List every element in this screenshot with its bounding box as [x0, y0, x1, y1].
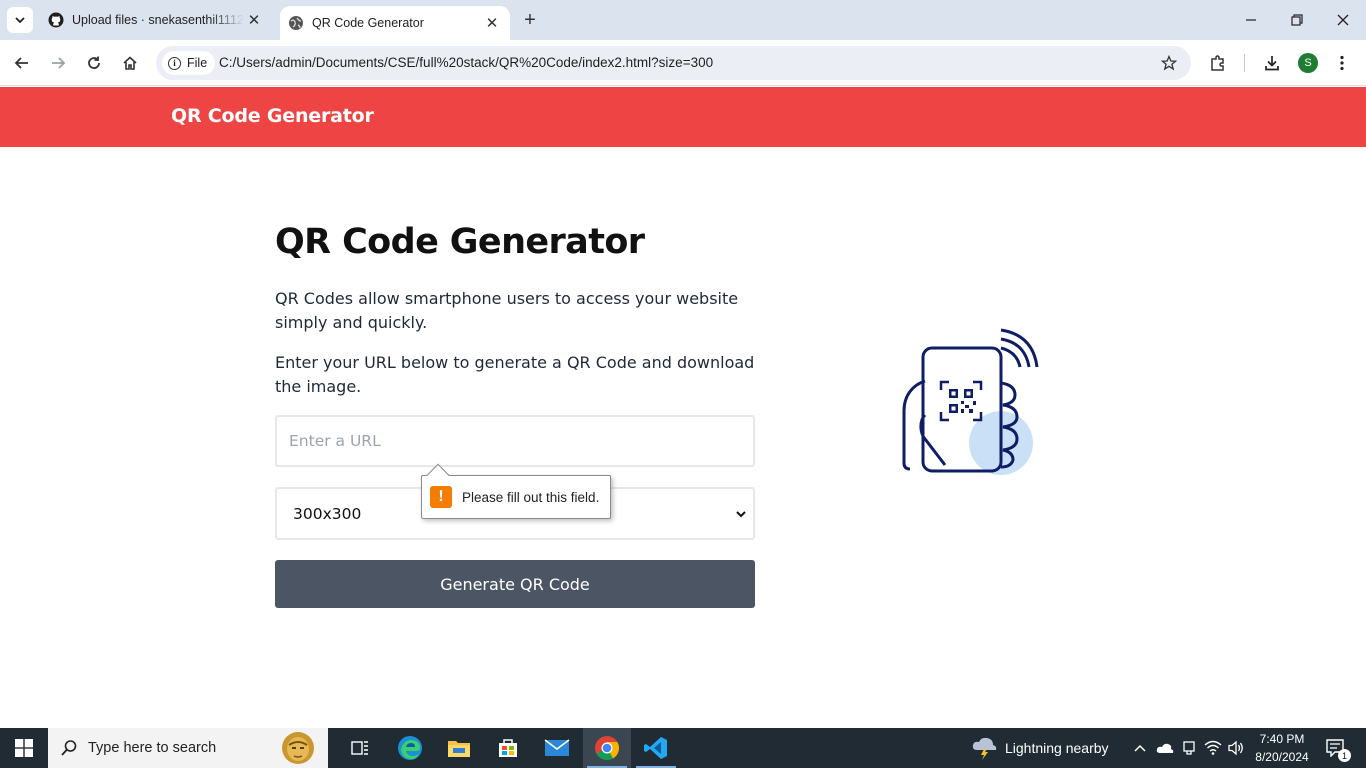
restore-button[interactable]: [1274, 0, 1320, 40]
tab-title: Upload files · snekasenthil1112/: [72, 13, 244, 27]
taskbar-search[interactable]: Type here to search: [48, 728, 328, 768]
weather-storm-icon: [972, 737, 997, 760]
task-view-icon: [351, 741, 368, 755]
volume-button[interactable]: [1226, 738, 1246, 758]
mail-icon: [544, 739, 570, 756]
instruction-paragraph: Enter your URL below to generate a QR Co…: [275, 353, 755, 396]
close-window-button[interactable]: [1320, 0, 1366, 40]
chevron-up-icon: [1134, 744, 1146, 752]
minimize-icon: [1246, 19, 1256, 21]
reload-icon: [88, 56, 100, 69]
clock-date: 8/20/2024: [1255, 750, 1309, 764]
avatar: S: [1298, 53, 1318, 73]
validation-tooltip: ! Please fill out this field.: [421, 463, 611, 519]
microsoft-store-icon: [499, 739, 517, 757]
close-tab-icon[interactable]: ✕: [244, 10, 264, 30]
puzzle-icon: [1211, 55, 1224, 71]
chevron-down-icon: [736, 511, 746, 518]
tab-title: QR Code Generator: [312, 16, 424, 30]
new-tab-button[interactable]: +: [518, 8, 542, 32]
cloud-icon: [1156, 743, 1174, 753]
intro-paragraph: QR Codes allow smartphone users to acces…: [275, 289, 739, 332]
forward-button[interactable]: [44, 49, 72, 77]
qr-scan-illustration: [902, 328, 1039, 475]
tab-strip: Upload files · snekasenthil1112/ ✕ QR Co…: [0, 0, 1366, 40]
more-vert-icon: [1340, 55, 1344, 71]
downloads-button[interactable]: [1258, 49, 1286, 77]
extensions-button[interactable]: [1204, 49, 1232, 77]
tooltip-arrow: [426, 463, 450, 487]
globe-icon: [288, 15, 304, 31]
speaker-icon: [1228, 740, 1243, 756]
profile-button[interactable]: S: [1294, 49, 1322, 77]
back-button[interactable]: [8, 49, 36, 77]
home-button[interactable]: [116, 49, 144, 77]
toolbar-divider: [1244, 54, 1245, 72]
info-icon: i: [168, 56, 181, 70]
vscode-icon: [644, 737, 667, 759]
arrow-left-icon: [14, 57, 28, 69]
home-icon: [123, 56, 137, 70]
windows-icon: [15, 739, 33, 757]
generate-qr-button[interactable]: Generate QR Code: [275, 560, 755, 608]
taskbar: Type here to search Lightning nearby 7:4…: [0, 728, 1366, 768]
network-button[interactable]: [1203, 738, 1223, 758]
start-button[interactable]: [0, 728, 48, 768]
show-hidden-icons-button[interactable]: [1130, 738, 1150, 758]
taskbar-mail[interactable]: [533, 728, 581, 768]
notification-count-badge: 1: [1338, 749, 1351, 762]
warning-icon: !: [430, 486, 452, 508]
bookmark-star-button[interactable]: [1159, 53, 1179, 73]
validation-message: Please fill out this field.: [462, 489, 600, 505]
browser-toolbar: i File C:/Users/admin/Documents/CSE/full…: [0, 40, 1366, 86]
search-highlight-icon: [282, 732, 314, 764]
wifi-icon: [1204, 740, 1222, 755]
page-title: QR Code Generator: [275, 222, 645, 262]
device-button[interactable]: [1179, 738, 1199, 758]
weather-text[interactable]: Lightning nearby: [1005, 740, 1109, 756]
site-info-chip[interactable]: i File: [162, 51, 216, 75]
notification-center-button[interactable]: 1: [1323, 738, 1351, 762]
github-icon: [48, 12, 64, 28]
task-view-button[interactable]: [336, 728, 384, 768]
reload-button[interactable]: [80, 49, 108, 77]
taskbar-vscode[interactable]: [632, 728, 680, 768]
close-tab-icon[interactable]: ✕: [482, 13, 502, 33]
tab-qr-code-generator[interactable]: QR Code Generator ✕: [280, 6, 510, 40]
clock-time: 7:40 PM: [1259, 732, 1305, 746]
clock[interactable]: 7:40 PM 8/20/2024: [1248, 730, 1316, 766]
site-header: QR Code Generator: [0, 87, 1366, 147]
address-bar[interactable]: i File C:/Users/admin/Documents/CSE/full…: [156, 46, 1191, 80]
chevron-down-icon: [15, 17, 25, 24]
taskbar-edge[interactable]: [386, 728, 434, 768]
chip-label: File: [187, 56, 208, 70]
restore-icon: [1291, 14, 1303, 26]
file-explorer-icon: [448, 741, 470, 757]
chrome-icon: [595, 736, 620, 761]
taskbar-store[interactable]: [484, 728, 532, 768]
minimize-button[interactable]: [1228, 0, 1274, 40]
search-placeholder: Type here to search: [88, 740, 217, 756]
tab-search-button[interactable]: [7, 7, 33, 33]
arrow-right-icon: [52, 57, 66, 69]
url-text[interactable]: C:/Users/admin/Documents/CSE/full%20stac…: [219, 55, 713, 70]
taskbar-file-explorer[interactable]: [435, 728, 483, 768]
device-icon: [1183, 741, 1195, 755]
size-select-value: 300x300: [293, 505, 362, 523]
taskbar-chrome[interactable]: [583, 728, 631, 768]
onedrive-button[interactable]: [1155, 738, 1175, 758]
site-brand[interactable]: QR Code Generator: [171, 105, 374, 127]
star-icon: [1161, 55, 1177, 71]
tab-upload-files[interactable]: Upload files · snekasenthil1112/ ✕: [40, 0, 272, 40]
close-icon: [1337, 14, 1349, 26]
search-icon: [61, 740, 77, 756]
download-icon: [1265, 56, 1279, 71]
edge-icon: [398, 736, 422, 760]
browser-menu-button[interactable]: [1328, 49, 1356, 77]
url-input[interactable]: [275, 415, 755, 467]
